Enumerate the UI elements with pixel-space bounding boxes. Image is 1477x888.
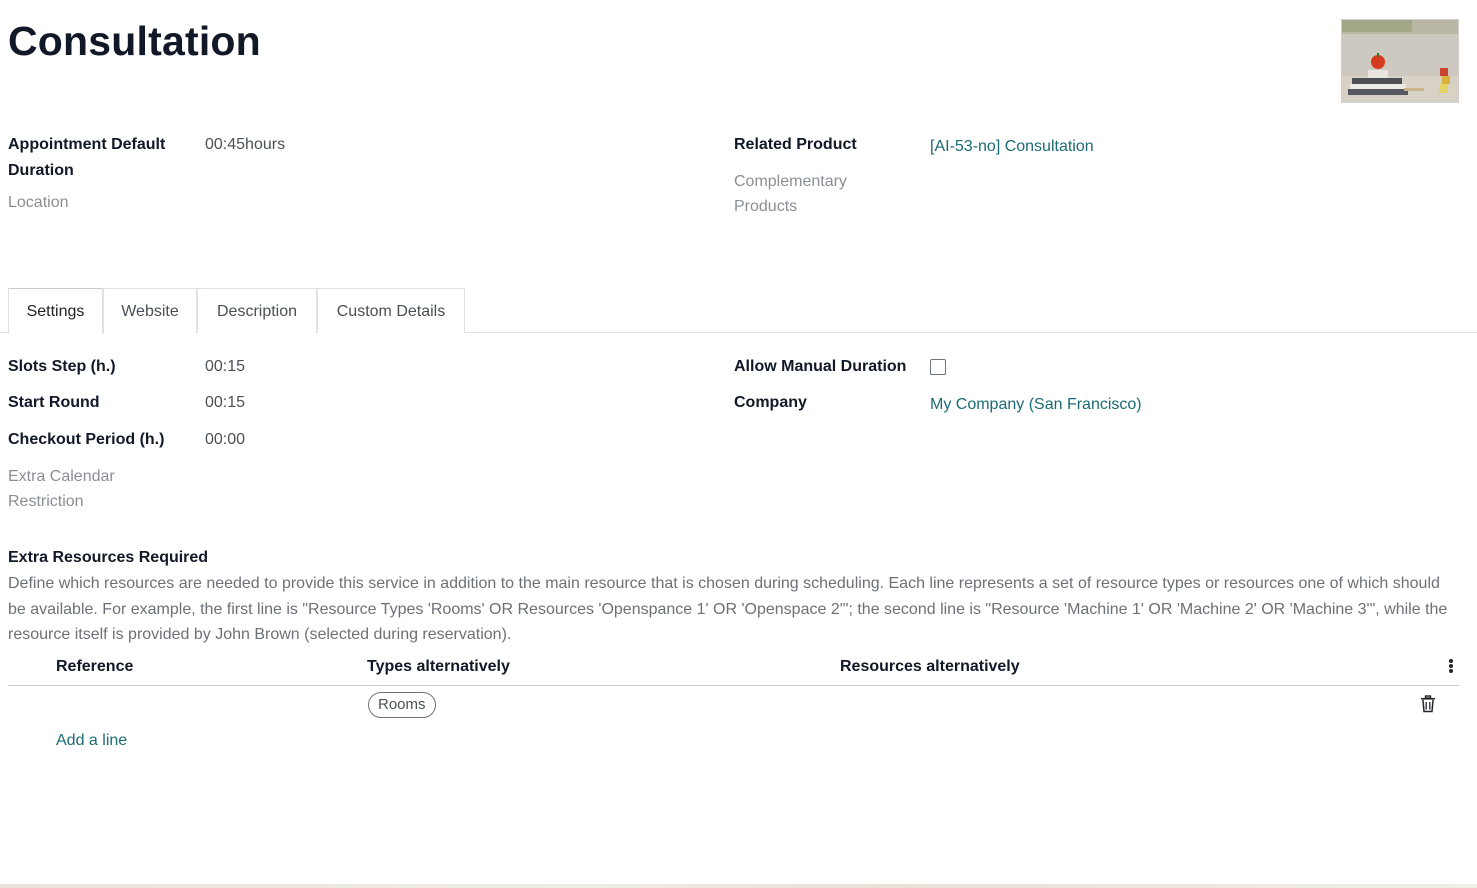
extra-resources-help: Define which resources are needed to pro… [8,575,1448,644]
allow-manual-duration-label: Allow Manual Duration [734,358,907,375]
checkout-period-value[interactable]: 00:00 [205,427,245,453]
tab-settings[interactable]: Settings [8,288,103,334]
column-reference[interactable]: Reference [56,655,133,679]
vertical-dots-icon[interactable] [1446,658,1456,676]
start-round-value[interactable]: 00:15 [205,390,245,416]
desk-photo-image [1342,20,1458,102]
default-duration-value[interactable]: 00:45hours [205,132,285,158]
tab-custom-details[interactable]: Custom Details [317,288,465,333]
related-product-link[interactable]: [AI-53-no] Consultation [930,134,1094,160]
trash-icon[interactable] [1420,695,1436,713]
extra-resources-title: Extra Resources Required [8,549,209,566]
extra-calendar-label-line2: Restriction [8,493,84,510]
record-title: Consultation [8,18,261,64]
column-resources-alternatively[interactable]: Resources alternatively [840,655,1020,679]
company-label: Company [734,394,807,411]
checkout-period-label: Checkout Period (h.) [8,431,165,448]
default-duration-label: Appointment Default [8,136,166,153]
slots-step-value[interactable]: 00:15 [205,354,245,380]
tab-website[interactable]: Website [103,288,197,333]
column-types-alternatively[interactable]: Types alternatively [367,655,510,679]
bottom-edge [0,884,1477,888]
start-round-label: Start Round [8,394,100,411]
company-link[interactable]: My Company (San Francisco) [930,392,1142,418]
location-label: Location [8,194,69,211]
complementary-products-label: Complementary [734,173,847,190]
complementary-products-label-line2: Products [734,198,798,215]
resources-table-header: Reference Types alternatively Resources … [8,652,1459,686]
type-tag: Rooms [368,692,436,718]
add-line-link[interactable]: Add a line [56,728,127,754]
slots-step-label: Slots Step (h.) [8,358,116,375]
tab-description[interactable]: Description [197,288,317,333]
extra-calendar-label: Extra Calendar [8,468,115,485]
notebook-tabs: Settings Website Description Custom Deta… [0,288,1477,334]
record-image[interactable] [1341,19,1459,103]
related-product-label: Related Product [734,136,857,153]
default-duration-label-line2: Duration [8,162,74,179]
allow-manual-duration-checkbox[interactable] [930,359,946,375]
